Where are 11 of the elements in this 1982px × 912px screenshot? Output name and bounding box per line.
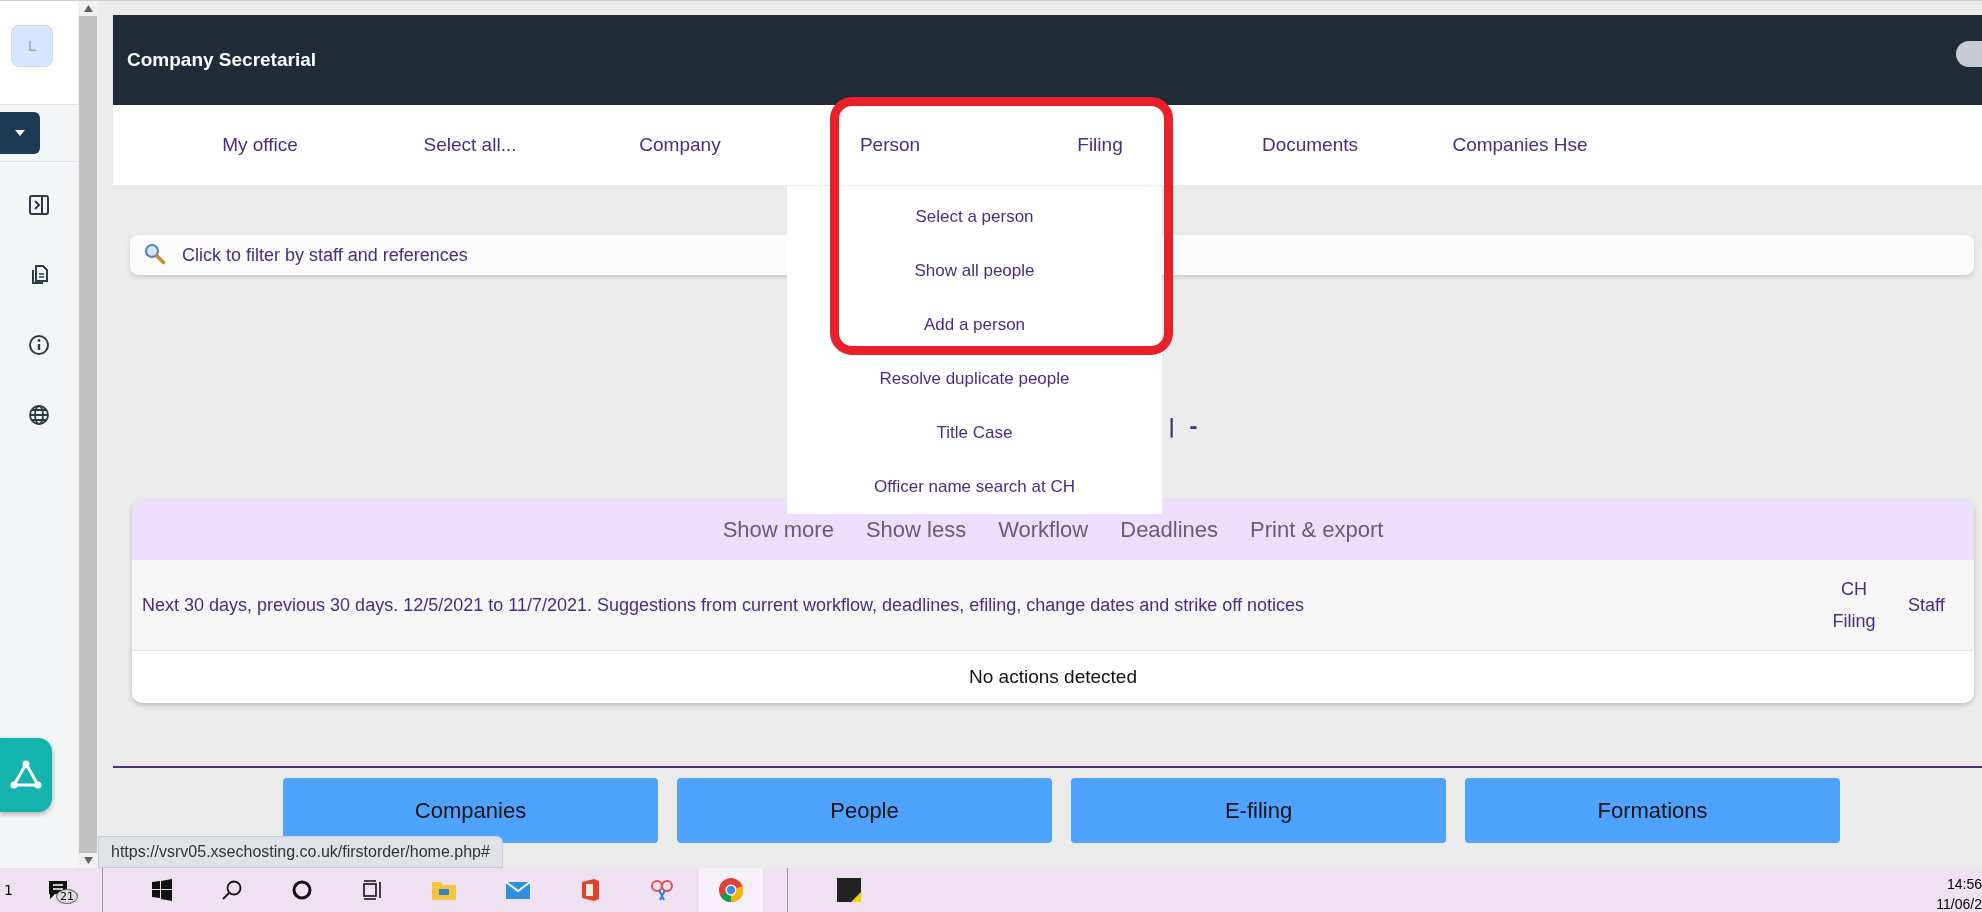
app-title: Company Secretarial: [127, 49, 317, 71]
status-url: https://vsrv05.xsechosting.co.uk/firstorder/home.php#: [98, 836, 503, 868]
column-header: CH Filing: [1831, 578, 1877, 633]
clock-date: 11/06/2: [1936, 895, 1982, 912]
partial-text: | -: [1168, 414, 1198, 438]
empty-message: No actions detected: [969, 666, 1137, 688]
taskbar-text: 1: [3, 882, 14, 898]
notification-badge: 21: [56, 889, 78, 904]
column-header: Staff: [1908, 594, 1946, 616]
column-header: Next 30 days, previous 30 days. 12/5/2021 to 11/7/2021. Suggestions from current workflow, deadlines, efiling, change dates and strike off notices: [142, 594, 1306, 616]
clock-time: 14:56: [1946, 875, 1982, 894]
